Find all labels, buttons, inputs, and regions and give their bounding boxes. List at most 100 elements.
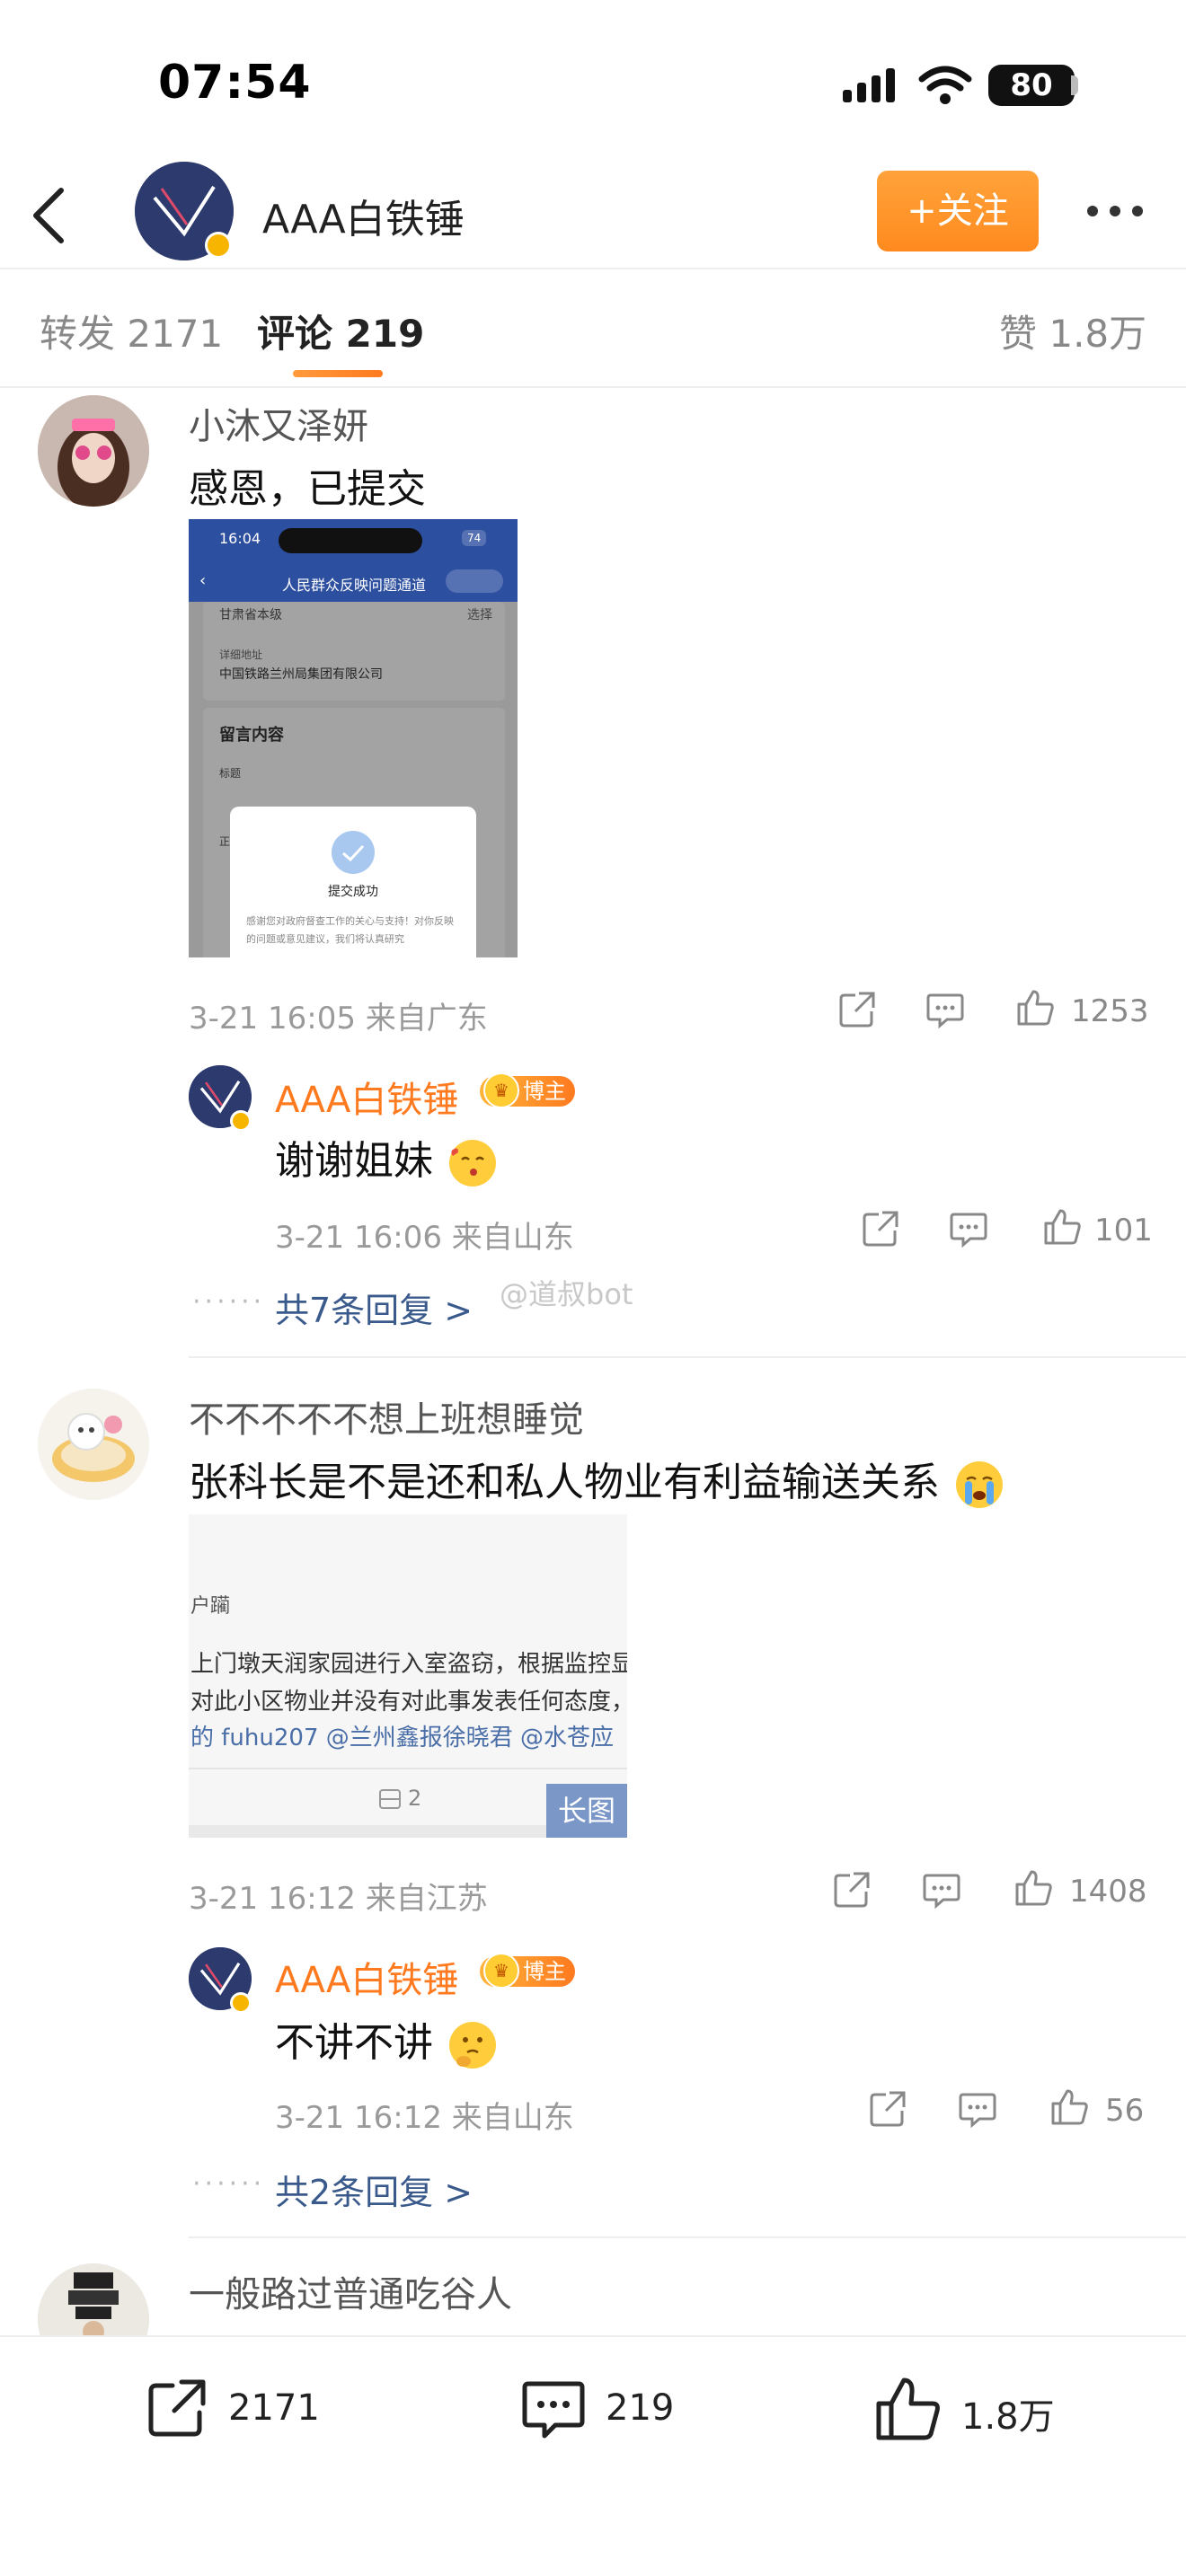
thumb-capsule bbox=[446, 569, 503, 593]
like-button[interactable]: 1.8万 bbox=[872, 2373, 1078, 2445]
comment-text-content: 张科长是不是还和私人物业有利益输送关系 bbox=[189, 1460, 940, 1505]
reply-text: 谢谢姐妹 bbox=[275, 1128, 496, 1187]
status-bar: 07:54 80 bbox=[0, 0, 1186, 162]
thumb2-line0: 户躏 bbox=[190, 1595, 231, 1618]
dots-divider: ······ bbox=[192, 1286, 266, 1318]
thumb-row1: 甘肃省本级 bbox=[219, 608, 282, 622]
blogger-badge: ♛ 博主 bbox=[480, 1953, 575, 1989]
repost-button[interactable]: 2171 bbox=[144, 2373, 341, 2445]
blogger-badge-label: 博主 bbox=[523, 1079, 566, 1104]
thumb-back-icon: ‹ bbox=[199, 571, 207, 590]
reply-author-name[interactable]: AAA白铁锤 bbox=[275, 1071, 458, 1123]
like-icon[interactable] bbox=[1015, 988, 1055, 1028]
commenter-name[interactable]: 不不不不不想上班想睡觉 bbox=[189, 1390, 584, 1442]
more-replies-link[interactable]: 共7条回复 > bbox=[275, 1283, 473, 1332]
commenter-avatar[interactable] bbox=[38, 1389, 149, 1500]
comment-count: 219 bbox=[606, 2387, 675, 2429]
comment-icon[interactable] bbox=[925, 990, 965, 1029]
back-arrow-icon[interactable] bbox=[27, 181, 72, 250]
comment-button[interactable]: 219 bbox=[519, 2373, 699, 2445]
thumb2-line3: 的 fuhu207 @兰州鑫报徐晓君 @水苍应 bbox=[190, 1725, 615, 1751]
thumb-island bbox=[279, 528, 422, 553]
tab-comments[interactable]: 评论 219 bbox=[257, 304, 424, 358]
like-count: 56 bbox=[1105, 2093, 1145, 2129]
share-icon[interactable] bbox=[832, 1870, 872, 1910]
battery-tip bbox=[1071, 75, 1078, 95]
comment-icon[interactable] bbox=[949, 1209, 988, 1248]
comment-divider bbox=[189, 2236, 1186, 2238]
reply-text-content: 谢谢姐妹 bbox=[275, 1138, 433, 1184]
author-name[interactable]: AAA白铁锤 bbox=[262, 187, 465, 244]
crown-icon: ♛ bbox=[483, 1953, 519, 1989]
thinking-emoji-icon bbox=[449, 2022, 496, 2069]
thumb-addr-value: 中国铁路兰州局集团有限公司 bbox=[219, 667, 383, 682]
comment-text: 张科长是不是还和私人物业有利益输送关系 bbox=[189, 1450, 1003, 1508]
kiss-emoji-icon bbox=[449, 1140, 496, 1187]
comment-text: 感恩，已提交 bbox=[189, 466, 426, 512]
share-icon[interactable] bbox=[868, 2089, 907, 2129]
repost-count: 2171 bbox=[228, 2387, 320, 2429]
like-total: 1.8万 bbox=[961, 2396, 1055, 2438]
thumb-success-dialog: 提交成功 感谢您对政府督查工作的关心与支持！对你反映的问题或意见建议，我们将认真… bbox=[230, 807, 476, 957]
verified-badge-icon bbox=[230, 1110, 252, 1132]
thumbs-up-icon bbox=[876, 2378, 940, 2440]
watermark: @道叔bot bbox=[500, 1277, 633, 1311]
more-replies-link[interactable]: 共2条回复 > bbox=[275, 2165, 473, 2214]
comment-icon[interactable] bbox=[958, 2089, 997, 2129]
comment-image-thumbnail[interactable]: 户躏 上门墩天润家园进行入室盗窃，根据监控显 对此小区物业并没有对此事发表任何态… bbox=[189, 1514, 627, 1838]
active-tab-indicator bbox=[293, 370, 383, 377]
reply-text: 不讲不讲 bbox=[275, 2010, 496, 2069]
reply-text-content: 不讲不讲 bbox=[275, 2020, 433, 2066]
signal-icon bbox=[843, 68, 895, 102]
post-tabs: 转发 2171 评论 219 赞 1.8万 bbox=[0, 269, 1186, 388]
comment-image-thumbnail[interactable]: 16:04 74 ‹ 人民群众反映问题通道 甘肃省本级 选择 详细地址 中国铁路… bbox=[189, 519, 518, 957]
bottom-action-bar: 2171 219 1.8万 bbox=[0, 2335, 1186, 2576]
like-count: 1408 bbox=[1069, 1874, 1147, 1910]
blogger-badge-label: 博主 bbox=[523, 1959, 566, 1984]
thumb2-image-count-icon bbox=[379, 1789, 401, 1809]
comment-meta: 3-21 16:12 来自江苏 bbox=[189, 1881, 488, 1917]
share-icon[interactable] bbox=[861, 1209, 900, 1248]
follow-button[interactable]: +关注 bbox=[877, 171, 1039, 251]
thumb-battery: 74 bbox=[462, 530, 487, 546]
like-icon[interactable] bbox=[1042, 1207, 1082, 1247]
like-icon[interactable] bbox=[1049, 2087, 1089, 2127]
thumb2-line1: 上门墩天润家园进行入室盗窃，根据监控显 bbox=[190, 1651, 627, 1678]
wifi-icon bbox=[918, 66, 972, 104]
crown-icon: ♛ bbox=[483, 1072, 519, 1108]
dots-divider: ······ bbox=[192, 2168, 266, 2200]
status-time: 07:54 bbox=[158, 56, 312, 110]
thumb-title: 人民群众反映问题通道 bbox=[282, 577, 427, 594]
user-photo-icon bbox=[38, 395, 149, 507]
thumb-row1-action: 选择 bbox=[467, 608, 492, 622]
thumb-dialog-text: 感谢您对政府督查工作的关心与支持！对你反映的问题或意见建议，我们将认真研究 bbox=[246, 915, 454, 945]
commenter-name[interactable]: 小沐又泽妍 bbox=[189, 397, 368, 449]
crying-emoji-icon bbox=[956, 1461, 1003, 1508]
thumb-titlebar: ‹ 人民群众反映问题通道 bbox=[189, 562, 518, 602]
thumb2-image-count: 2 bbox=[408, 1786, 422, 1811]
commenter-name[interactable]: 一般路过普通吃谷人 bbox=[189, 2265, 512, 2317]
cartoon-avatar-icon bbox=[38, 1389, 149, 1500]
like-icon[interactable] bbox=[1013, 1868, 1053, 1908]
verified-badge-icon bbox=[205, 232, 232, 259]
reply-meta: 3-21 16:06 来自山东 bbox=[275, 1220, 574, 1256]
comment-bubble-icon bbox=[522, 2381, 585, 2439]
thumb-time: 16:04 bbox=[219, 530, 261, 547]
thumb-addr-label: 详细地址 bbox=[219, 648, 263, 661]
reply-meta: 3-21 16:12 来自山东 bbox=[275, 2100, 574, 2136]
like-count: 1253 bbox=[1071, 993, 1149, 1029]
comment-icon[interactable] bbox=[922, 1870, 961, 1910]
battery-indicator: 80 bbox=[988, 65, 1075, 106]
share-icon[interactable] bbox=[837, 990, 877, 1029]
commenter-avatar[interactable] bbox=[38, 395, 149, 507]
thumb-check-icon bbox=[332, 831, 375, 874]
tab-likes[interactable]: 赞 1.8万 bbox=[999, 304, 1146, 358]
like-count: 101 bbox=[1094, 1213, 1153, 1248]
reply-author-name[interactable]: AAA白铁锤 bbox=[275, 1951, 458, 2003]
thumb2-divider bbox=[189, 1768, 627, 1769]
long-image-label: 长图 bbox=[546, 1784, 627, 1838]
more-options-icon[interactable] bbox=[1084, 198, 1146, 225]
thumb-field-body: 正 bbox=[219, 835, 231, 848]
comment-divider bbox=[189, 1356, 1186, 1358]
tab-reposts[interactable]: 转发 2171 bbox=[40, 304, 223, 358]
